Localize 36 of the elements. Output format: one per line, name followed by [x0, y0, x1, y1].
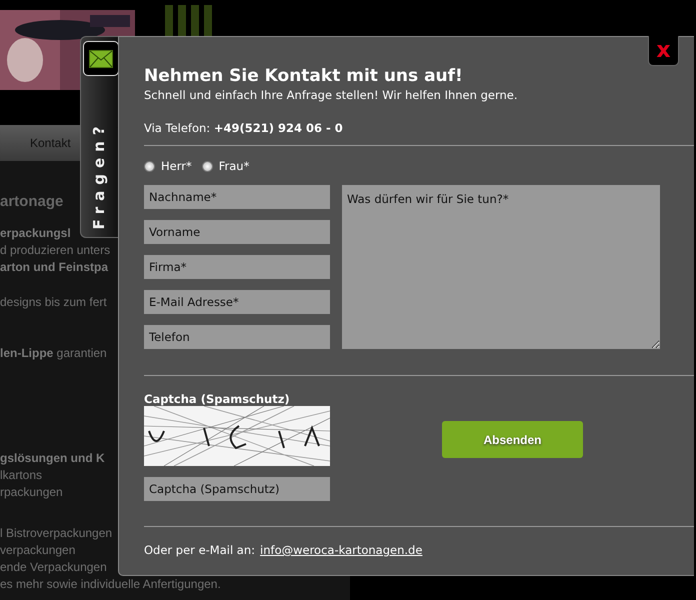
- text-line: lkartons: [0, 467, 42, 484]
- phone-text: Via Telefon: +49(521) 924 06 - 0: [144, 121, 344, 135]
- text-line: erpackungsl: [0, 225, 71, 242]
- input-field[interactable]: E-Mail Adresse*: [144, 290, 330, 314]
- radio-label: Frau*: [218, 159, 250, 173]
- radio-button[interactable]: [144, 160, 155, 172]
- nav-item[interactable]: Kontakt: [30, 136, 71, 150]
- text-line: ende Verpackungen: [0, 559, 107, 576]
- captcha-field[interactable]: Captcha (Spamschutz): [144, 477, 330, 501]
- dialog-title: Nehmen Sie Kontakt mit uns auf!: [144, 65, 464, 87]
- text-line: verpackungen: [0, 542, 76, 559]
- mail-icon: [83, 41, 119, 76]
- submit-button[interactable]: Absenden: [442, 421, 583, 458]
- email-link[interactable]: info@weroca-kartonagen.de: [260, 543, 422, 557]
- input-field[interactable]: Firma*: [144, 255, 330, 279]
- text-line: len-Lippe garantien: [0, 345, 107, 362]
- close-button[interactable]: x: [648, 36, 679, 66]
- section-heading: artonage: [0, 193, 64, 211]
- text-line: l Bistroverpackungen: [0, 525, 112, 542]
- text-line: d produzieren unters: [0, 242, 110, 259]
- input-field[interactable]: Nachname*: [144, 185, 330, 209]
- email-label: Oder per e-Mail an:: [144, 543, 256, 557]
- radio-button[interactable]: [202, 160, 213, 172]
- radio-label: Herr*: [161, 159, 192, 173]
- input-field[interactable]: Vorname: [144, 220, 330, 244]
- message-field[interactable]: Was dürfen wir für Sie tun?*: [342, 185, 660, 349]
- dialog-subtitle: Schnell und einfach Ihre Anfrage stellen! Wir helfen Ihnen gerne.: [144, 88, 518, 102]
- text-line: gslösungen und K: [0, 450, 105, 467]
- tab-label: Fragen?: [90, 120, 108, 230]
- text-line: rpackungen: [0, 484, 63, 501]
- text-line: arton und Feinstpa: [0, 259, 108, 276]
- text-line: designs bis zum fert: [0, 294, 107, 311]
- input-field[interactable]: Telefon: [144, 325, 330, 349]
- text-line: es mehr sowie individuelle Anfertigungen.: [0, 576, 221, 593]
- side-tab[interactable]: Fragen?: [80, 36, 118, 238]
- captcha-label: Captcha (Spamschutz): [144, 392, 291, 406]
